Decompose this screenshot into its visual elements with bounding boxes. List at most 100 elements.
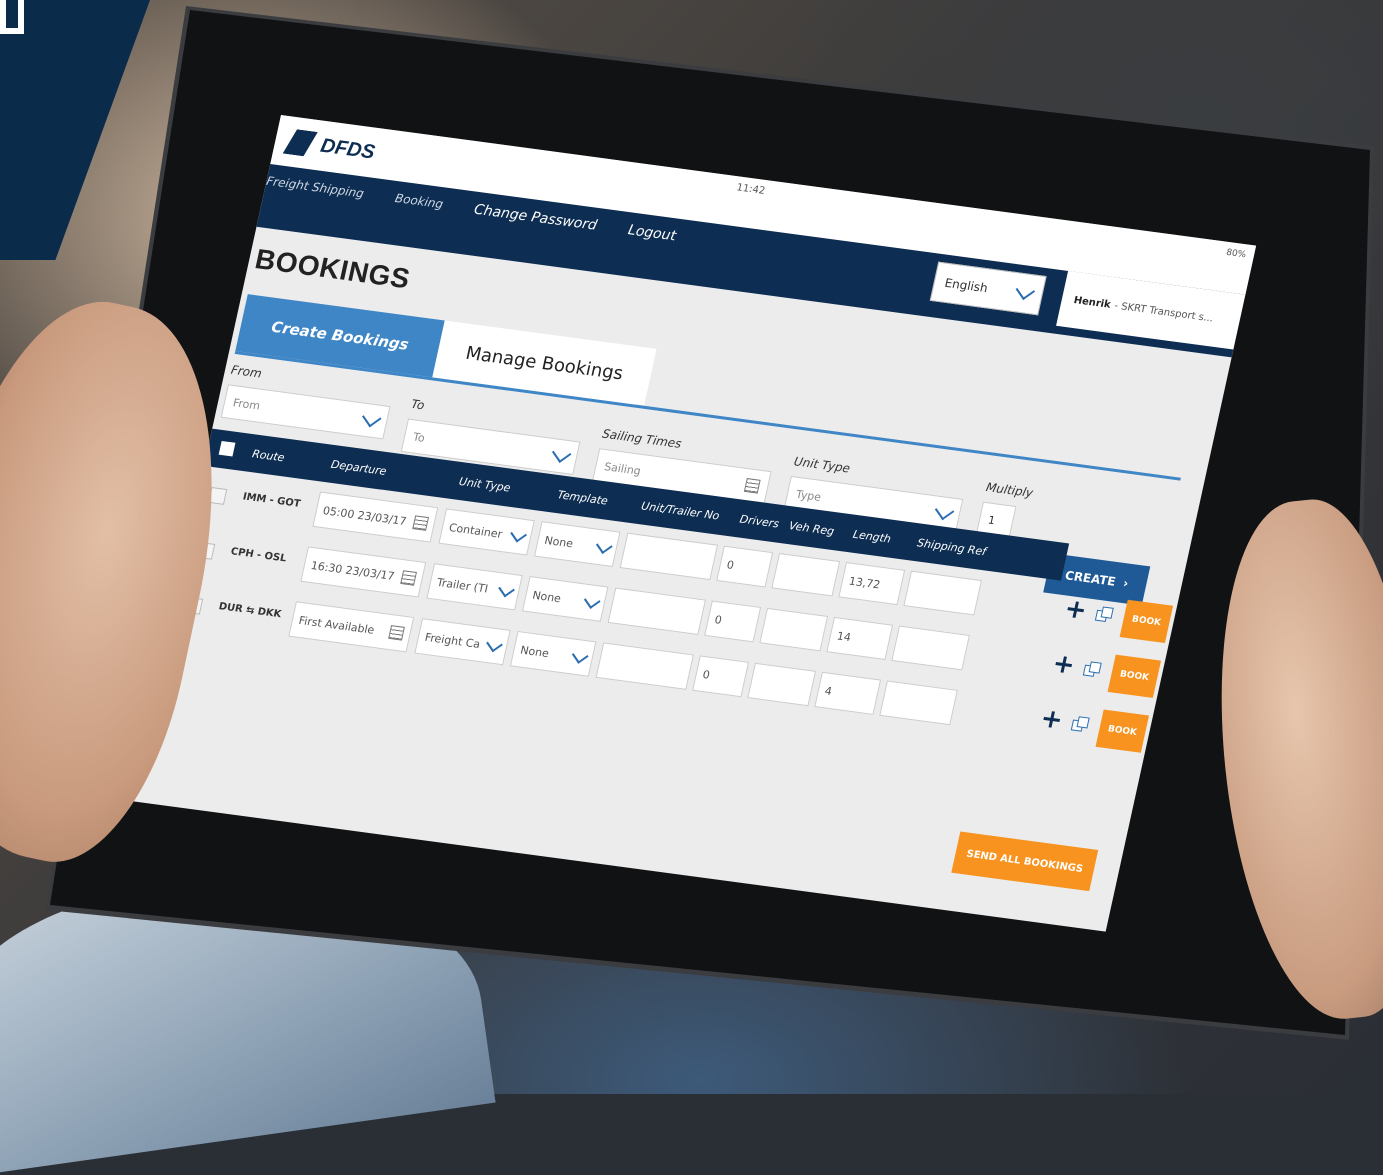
sailing-times-label: Sailing Times: [601, 426, 683, 451]
unit-type-value: Freight Ca: [423, 630, 482, 651]
shipping-ref-input[interactable]: [891, 625, 970, 671]
drivers-input[interactable]: 0: [704, 600, 762, 643]
from-placeholder: From: [231, 395, 262, 413]
sailing-placeholder: Sailing: [603, 459, 643, 478]
veh-reg-input[interactable]: [747, 662, 817, 707]
to-label: To: [409, 396, 426, 413]
send-all-bookings-button[interactable]: SEND ALL BOOKINGS: [951, 831, 1099, 892]
multiply-value: 1: [986, 513, 997, 527]
copy-row-icon[interactable]: [1082, 661, 1102, 679]
col-length: Length: [851, 527, 893, 546]
chevron-down-icon: [498, 580, 515, 597]
unit-type-select[interactable]: Freight Ca: [414, 618, 511, 666]
status-time: 11:42: [735, 182, 767, 197]
col-unit-type: Unit Type: [457, 474, 512, 495]
unit-type-select[interactable]: Container: [438, 508, 535, 556]
user-name: Henrik: [1072, 294, 1112, 311]
nav-freight-shipping[interactable]: Freight Shipping: [265, 174, 365, 203]
chevron-down-icon: [362, 407, 382, 428]
calendar-icon[interactable]: [743, 478, 761, 494]
add-row-icon[interactable]: +: [1062, 594, 1090, 626]
battery-status: 80%: [1225, 247, 1247, 261]
chevron-right-icon: ›: [1121, 576, 1130, 591]
drivers-input[interactable]: 0: [692, 655, 750, 698]
row-route: DUR ⇆ DKK: [217, 601, 283, 621]
length-input[interactable]: 13,72: [838, 561, 906, 606]
drivers-value: 0: [701, 667, 712, 682]
chevron-down-icon: [571, 646, 589, 664]
col-departure: Departure: [329, 457, 388, 478]
language-select[interactable]: English: [929, 261, 1047, 316]
language-value: English: [943, 275, 990, 296]
from-select[interactable]: From: [220, 384, 391, 440]
length-input[interactable]: 14: [826, 616, 894, 661]
chevron-down-icon: [510, 525, 528, 543]
col-veh-reg: Veh Reg: [787, 518, 836, 538]
to-placeholder: To: [411, 430, 427, 445]
nav-change-password[interactable]: Change Password: [473, 202, 599, 234]
drivers-value: 0: [713, 612, 724, 627]
unit-type-placeholder: Type: [794, 487, 823, 504]
row-route: IMM - GOT: [241, 491, 302, 510]
col-shipping-ref: Shipping Ref: [915, 535, 988, 558]
length-value: 14: [835, 629, 853, 644]
col-trailer-no: Unit/Trailer No: [640, 498, 721, 523]
unit-type-value: Container: [447, 520, 504, 541]
departure-value: 16:30 23/03/17: [309, 558, 396, 583]
departure-value: First Available: [297, 613, 376, 637]
template-value: None: [531, 588, 563, 605]
trailer-no-input[interactable]: [607, 587, 706, 635]
calendar-icon[interactable]: [412, 515, 430, 531]
add-row-icon[interactable]: +: [1050, 649, 1078, 681]
template-select[interactable]: None: [533, 521, 621, 568]
chevron-down-icon: [1015, 280, 1036, 301]
brand-logo[interactable]: DFDS: [283, 128, 378, 165]
template-value: None: [519, 643, 551, 660]
col-template: Template: [556, 487, 610, 508]
trailer-no-input[interactable]: [619, 532, 719, 581]
template-select[interactable]: None: [509, 630, 597, 677]
select-all-checkbox[interactable]: [218, 440, 236, 457]
col-drivers: Drivers: [738, 512, 781, 531]
trailer-no-input[interactable]: [595, 642, 694, 690]
length-input[interactable]: 4: [814, 671, 882, 715]
chevron-down-icon: [596, 536, 613, 554]
chevron-down-icon: [583, 591, 601, 609]
length-value: 4: [823, 683, 834, 698]
shipping-ref-input[interactable]: [879, 680, 958, 726]
unit-type-value: Trailer (TI: [435, 575, 490, 595]
unit-type-label: Unit Type: [792, 454, 852, 476]
nav-booking[interactable]: Booking: [393, 191, 445, 213]
copy-row-icon[interactable]: [1070, 716, 1090, 734]
from-label: From: [229, 362, 264, 381]
logo-mark-icon: [283, 128, 318, 157]
book-button[interactable]: BOOK: [1119, 599, 1174, 644]
copy-row-icon[interactable]: [1094, 606, 1114, 624]
row-route: CPH - OSL: [229, 546, 288, 565]
departure-field[interactable]: First Available: [288, 601, 415, 653]
page-title: BOOKINGS: [252, 243, 414, 295]
drivers-value: 0: [725, 557, 736, 572]
brand-name: DFDS: [318, 134, 378, 164]
user-company: - SKRT Transport s...: [1113, 300, 1215, 324]
unit-type-select[interactable]: Trailer (TI: [426, 563, 523, 611]
template-select[interactable]: None: [521, 576, 609, 622]
add-row-icon[interactable]: +: [1038, 704, 1066, 736]
drivers-input[interactable]: 0: [716, 545, 774, 588]
nav-logout[interactable]: Logout: [627, 222, 678, 244]
multiply-label: Multiply: [984, 480, 1035, 501]
departure-field[interactable]: 05:00 23/03/17: [312, 491, 439, 543]
calendar-icon[interactable]: [400, 570, 417, 586]
chevron-down-icon: [551, 443, 572, 463]
app-screen: DFDS 11:42 80% Freight Shipping Booking …: [130, 115, 1257, 932]
veh-reg-input[interactable]: [759, 607, 829, 652]
book-button[interactable]: BOOK: [1095, 709, 1150, 753]
calendar-icon[interactable]: [388, 625, 405, 641]
template-value: None: [543, 533, 575, 550]
shipping-ref-input[interactable]: [903, 570, 982, 616]
departure-field[interactable]: 16:30 23/03/17: [300, 546, 427, 598]
veh-reg-input[interactable]: [771, 552, 841, 597]
length-value: 13,72: [847, 574, 882, 592]
chevron-down-icon: [934, 500, 955, 521]
book-button[interactable]: BOOK: [1107, 654, 1162, 698]
